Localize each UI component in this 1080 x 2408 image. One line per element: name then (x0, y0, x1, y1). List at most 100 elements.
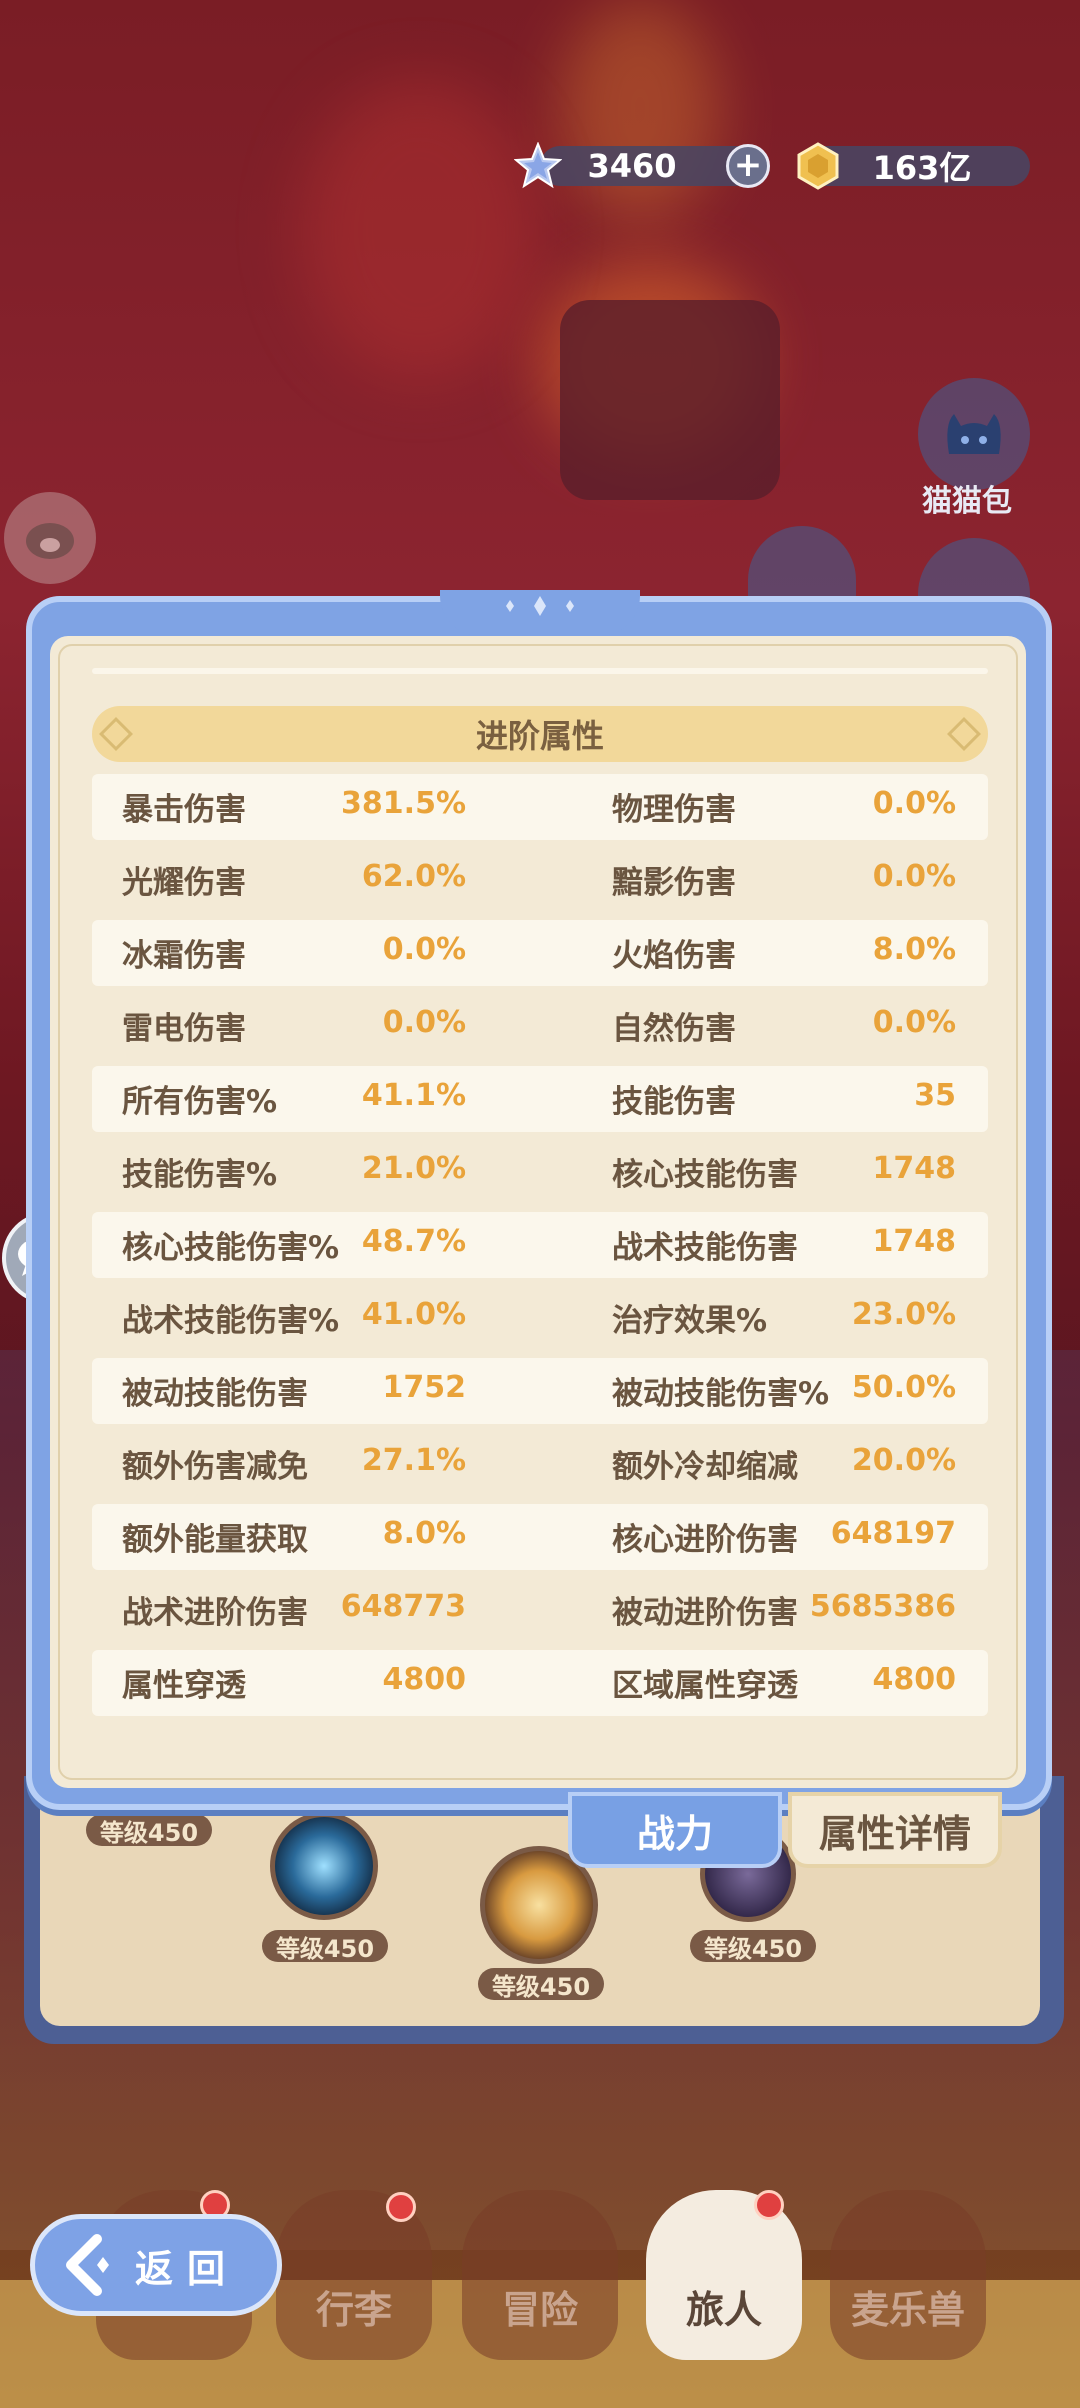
diamond-ornament-icon (99, 717, 133, 751)
attribute-label: 核心技能伤害 (612, 1157, 798, 1193)
attribute-value: 4800 (382, 1662, 467, 1697)
nav-inventory-label: 行李 (315, 2288, 392, 2332)
pig-icon[interactable] (4, 492, 96, 584)
scroll-edge (92, 668, 988, 674)
attribute-row: 战术技能伤害% 41.0% 治疗效果% 23.0% (92, 1285, 988, 1351)
nav-pet-label: 麦乐兽 (850, 2288, 965, 2332)
attribute-row: 雷电伤害 0.0% 自然伤害 0.0% (92, 993, 988, 1059)
attribute-label: 所有伤害% (122, 1084, 278, 1120)
attribute-label: 被动进阶伤害 (612, 1595, 798, 1631)
attribute-row: 光耀伤害 62.0% 黯影伤害 0.0% (92, 847, 988, 913)
attribute-label: 战术技能伤害% (122, 1303, 340, 1339)
attribute-label: 冰霜伤害 (122, 938, 246, 974)
attribute-value: 41.0% (361, 1297, 466, 1332)
attribute-row: 核心技能伤害% 48.7% 战术技能伤害 1748 (92, 1212, 988, 1278)
attribute-value: 50.0% (851, 1370, 956, 1405)
attribute-value: 23.0% (851, 1297, 956, 1332)
attribute-value: 41.1% (361, 1078, 466, 1113)
tab-attribute-details[interactable]: 属性详情 (788, 1792, 1002, 1868)
attribute-label: 核心进阶伤害 (612, 1522, 798, 1558)
attribute-label: 雷电伤害 (122, 1011, 246, 1047)
back-label: 返回 (135, 2246, 240, 2291)
attribute-value: 8.0% (872, 932, 956, 967)
attribute-label: 火焰伤害 (612, 938, 736, 974)
sparkle-icon (506, 596, 574, 616)
back-arrow-icon (66, 2234, 109, 2296)
attribute-value: 5685386 (809, 1589, 956, 1624)
attribute-row: 冰霜伤害 0.0% 火焰伤害 8.0% (92, 920, 988, 986)
attribute-label: 核心技能伤害% (122, 1230, 340, 1266)
panel-top-crest (440, 590, 640, 636)
attribute-label: 额外能量获取 (122, 1522, 308, 1558)
attribute-label: 黯影伤害 (612, 865, 736, 901)
attribute-label: 自然伤害 (612, 1011, 736, 1047)
skill-orb-ice[interactable] (270, 1812, 378, 1920)
attribute-value: 1748 (872, 1224, 957, 1259)
attribute-label: 技能伤害% (122, 1157, 278, 1193)
nav-adventure-label: 冒险 (501, 2288, 578, 2332)
attribute-row: 战术进阶伤害 648773 被动进阶伤害 5685386 (92, 1577, 988, 1643)
notification-dot (754, 2190, 784, 2220)
attribute-row: 属性穿透 4800 区域属性穿透 4800 (92, 1650, 988, 1716)
attribute-value: 648197 (830, 1516, 956, 1551)
attribute-value: 27.1% (361, 1443, 466, 1478)
attribute-value: 0.0% (382, 932, 466, 967)
attribute-label: 被动技能伤害% (612, 1376, 830, 1412)
attribute-row: 额外伤害减免 27.1% 额外冷却缩减 20.0% (92, 1431, 988, 1497)
star-gem-icon (514, 142, 562, 189)
attribute-value: 0.0% (872, 859, 956, 894)
tab-power[interactable]: 战力 (568, 1792, 782, 1868)
attribute-label: 被动技能伤害 (122, 1376, 308, 1412)
attribute-value: 1748 (872, 1151, 957, 1186)
attribute-label: 光耀伤害 (122, 865, 246, 901)
skill-level-badge: 等级450 (690, 1930, 816, 1963)
cat-bag-label: 猫猫包 (922, 484, 1012, 519)
nav-traveler-label: 旅人 (685, 2288, 762, 2332)
section-header: 进阶属性 (92, 706, 988, 762)
attribute-value: 381.5% (341, 786, 466, 821)
gem-amount: 3460 (587, 147, 677, 185)
attribute-value: 648773 (340, 1589, 466, 1624)
skill-level-badge: 等级450 (262, 1930, 388, 1963)
attribute-value: 62.0% (361, 859, 466, 894)
add-gems-button[interactable]: + (726, 144, 770, 188)
diamond-ornament-icon (947, 717, 981, 751)
notification-dot (386, 2192, 416, 2222)
attribute-label: 物理伤害 (612, 792, 736, 828)
attribute-value: 0.0% (382, 1005, 466, 1040)
attribute-label: 技能伤害 (612, 1084, 736, 1120)
chest-silhouette (560, 300, 780, 500)
attribute-value: 0.0% (872, 786, 956, 821)
currency-bar: 3460 + 163亿 (0, 142, 1080, 190)
attribute-value: 21.0% (361, 1151, 466, 1186)
attribute-label: 战术进阶伤害 (122, 1595, 308, 1631)
attribute-label: 属性穿透 (122, 1668, 246, 1704)
gold-amount: 163亿 (872, 149, 972, 187)
attribute-value: 1752 (382, 1370, 467, 1405)
attribute-value: 20.0% (851, 1443, 956, 1478)
skill-level-badge: 等级450 (86, 1814, 212, 1847)
attribute-row: 技能伤害% 21.0% 核心技能伤害 1748 (92, 1139, 988, 1205)
attribute-label: 治疗效果% (612, 1303, 768, 1339)
nav-adventure[interactable]: 冒险 (462, 2190, 618, 2360)
section-title: 进阶属性 (475, 717, 604, 755)
attribute-label: 暴击伤害 (122, 792, 246, 828)
attribute-value: 4800 (872, 1662, 957, 1697)
attribute-row: 暴击伤害 381.5% 物理伤害 0.0% (92, 774, 988, 840)
gold-coin-icon (797, 142, 839, 190)
attribute-row: 被动技能伤害 1752 被动技能伤害% 50.0% (92, 1358, 988, 1424)
cat-icon (947, 414, 1001, 454)
attribute-label: 区域属性穿透 (612, 1668, 798, 1704)
back-button[interactable]: 返回 (30, 2214, 282, 2316)
attribute-value: 48.7% (361, 1224, 466, 1259)
attribute-value: 35 (914, 1078, 956, 1113)
cat-bag-button[interactable] (918, 378, 1030, 490)
attribute-label: 额外伤害减免 (122, 1449, 308, 1485)
attribute-row: 所有伤害% 41.1% 技能伤害 35 (92, 1066, 988, 1132)
skill-level-badge: 等级450 (478, 1968, 604, 2001)
attribute-label: 战术技能伤害 (612, 1230, 798, 1266)
attribute-value: 0.0% (872, 1005, 956, 1040)
attribute-row: 额外能量获取 8.0% 核心进阶伤害 648197 (92, 1504, 988, 1570)
nav-pet[interactable]: 麦乐兽 (830, 2190, 986, 2360)
attribute-label: 额外冷却缩减 (612, 1449, 798, 1485)
